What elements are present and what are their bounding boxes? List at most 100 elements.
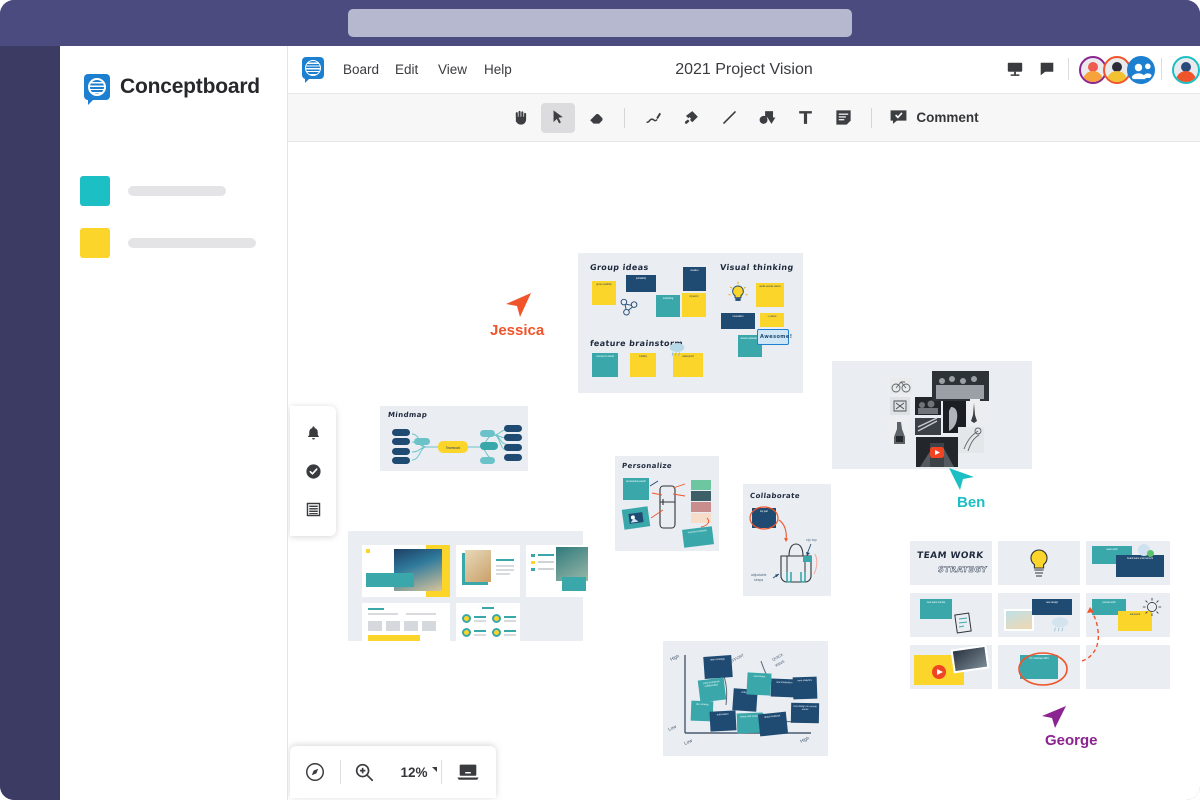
compass-navigator-icon (306, 763, 324, 781)
grid-cell[interactable]: UX roadmap 2021 (998, 645, 1080, 689)
matrix-note[interactable]: direct feedback (757, 711, 789, 737)
grid-cell[interactable]: new team remote (910, 593, 992, 637)
pan-hand-tool[interactable] (503, 103, 537, 133)
grid-cell[interactable] (998, 541, 1080, 585)
grid-cell[interactable]: remote work teamwork (1086, 593, 1170, 637)
collaborate-board[interactable]: Collaborate top part zip top adjustable … (743, 484, 831, 596)
sticky-note[interactable]: group usability (592, 281, 616, 305)
matrix-note[interactable]: new design on remote teams (790, 702, 820, 724)
browser-chrome (0, 0, 1200, 46)
line-tool[interactable] (712, 103, 746, 133)
slide-thumbnail[interactable] (456, 603, 520, 641)
sticky-note[interactable]: accessories pouch (623, 478, 649, 500)
grid-cell[interactable]: team work board team environment (1086, 541, 1170, 585)
matrix-note[interactable]: cross functional collaboration (697, 677, 727, 703)
sticky-note-tool[interactable] (826, 103, 860, 133)
sidebar-item-1-label-placeholder (128, 186, 226, 196)
browser-window: Conceptboard Board Edit View Help 2021 P… (0, 0, 1200, 800)
matrix-note[interactable]: automation (709, 710, 737, 732)
personalize-heading: Personalize (621, 462, 673, 470)
current-user-avatar[interactable] (1172, 56, 1200, 84)
brainstorm-heading-group-ideas: Group ideas (589, 263, 650, 272)
comment-button[interactable]: Comment (883, 108, 984, 127)
cursor-arrow-icon (1042, 706, 1066, 728)
axis-label-high-y: High (669, 653, 680, 662)
priority-matrix-board[interactable]: High Low Low High EFFORT QUICK WINS ALL-… (663, 641, 828, 756)
add-people-avatar[interactable] (1127, 56, 1155, 84)
cursor-arrow-icon (506, 293, 531, 317)
collaborator-cursor-jessica: Jessica (490, 291, 544, 339)
personalize-board[interactable]: Personalize accessories pouch recycled p… (615, 456, 719, 551)
sticky-note[interactable]: surprising (656, 295, 680, 317)
address-bar[interactable] (348, 9, 852, 37)
zoom-level-control[interactable]: 12% (387, 765, 441, 780)
lightbulb-icon (724, 279, 752, 312)
sticky-note[interactable]: mobility (630, 353, 656, 377)
grid-cell[interactable]: TEAM WORK STRATEGY (910, 541, 992, 585)
svg-text:EFFORT: EFFORT (730, 653, 746, 664)
callout-text: Awesome! (760, 334, 793, 340)
matrix-note[interactable]: team strategy (703, 655, 733, 679)
shapes-tool[interactable] (750, 103, 784, 133)
chat-bubble-icon[interactable] (1038, 60, 1056, 83)
navigator-button[interactable] (290, 761, 340, 783)
slide-thumbnail[interactable] (362, 603, 450, 641)
slide-deck-board[interactable] (348, 531, 588, 641)
moodboard-collage[interactable] (832, 361, 1032, 469)
mindmap-board[interactable]: Mindmap Teamwork (380, 406, 528, 471)
check-circle-icon[interactable] (305, 463, 322, 480)
zoom-in-button[interactable] (341, 761, 387, 783)
list-document-icon[interactable] (305, 501, 322, 518)
cursor-label-george: George (1045, 732, 1098, 749)
sticky-note[interactable]: recycled polyester (682, 526, 714, 548)
brand-name: Conceptboard (120, 75, 260, 98)
text-tool[interactable] (788, 103, 822, 133)
sidebar-item-1[interactable] (80, 176, 226, 206)
select-tool[interactable] (541, 102, 576, 133)
video-play-icon[interactable] (932, 665, 946, 679)
annotation-zip-top: zip top (806, 538, 817, 542)
color-swatch (691, 491, 711, 501)
sticky-note[interactable]: dynamic (682, 293, 706, 317)
grid-cell[interactable] (910, 644, 992, 689)
presentation-icon[interactable] (1006, 60, 1024, 83)
sidebar-item-1-swatch (80, 176, 110, 206)
grid-note[interactable]: new design (1032, 599, 1072, 615)
grid-heading-line1: TEAM WORK (916, 551, 984, 561)
teamwork-strategy-grid[interactable]: TEAM WORK STRATEGY team work board team … (910, 541, 1170, 689)
matrix-note[interactable]: new analytics (792, 676, 818, 700)
toolbar-divider-1 (624, 107, 626, 128)
sticky-note[interactable]: + videos (760, 313, 784, 327)
main-area: Board Edit View Help 2021 Project Vision (288, 46, 1200, 800)
matrix-note[interactable]: new iterate (746, 672, 772, 696)
sidebar-item-2-label-placeholder (128, 238, 256, 248)
eraser-tool[interactable] (579, 103, 613, 133)
sticky-note[interactable]: portability (626, 275, 656, 292)
sticky-note-image[interactable] (621, 506, 651, 530)
board-canvas[interactable]: Group ideas Visual thinking feature brai… (288, 142, 1200, 800)
brainstorm-heading-visual-thinking: Visual thinking (719, 263, 795, 272)
grid-cell[interactable]: new design (998, 593, 1080, 637)
brainstorm-board[interactable]: Group ideas Visual thinking feature brai… (578, 253, 803, 393)
sticky-note[interactable]: creative (683, 267, 706, 291)
grid-note[interactable]: board team environment (1116, 555, 1164, 577)
grid-note[interactable]: new team remote (920, 599, 952, 619)
marker-tool[interactable] (674, 103, 708, 133)
toolbar-divider-2 (871, 107, 873, 128)
sticky-note[interactable]: connect to cloud (592, 353, 618, 377)
slide-thumbnail[interactable] (456, 545, 520, 597)
slide-thumbnail[interactable] (526, 545, 588, 597)
menu-bar: Board Edit View Help 2021 Project Vision (288, 46, 1200, 94)
bell-icon[interactable] (305, 425, 322, 442)
sticky-note[interactable]: audio remote teams (756, 283, 784, 307)
grid-cell[interactable] (1086, 645, 1170, 689)
color-swatch (691, 480, 711, 490)
float-panel (290, 406, 336, 536)
photo-thumb (950, 644, 990, 674)
pen-tool[interactable] (636, 103, 670, 133)
slide-thumbnail[interactable] (362, 545, 450, 597)
axis-label-high-x: High (799, 735, 810, 744)
presentation-mode-button[interactable] (442, 761, 494, 783)
sticky-note[interactable]: innovation (721, 313, 755, 329)
sidebar-item-2[interactable] (80, 228, 256, 258)
